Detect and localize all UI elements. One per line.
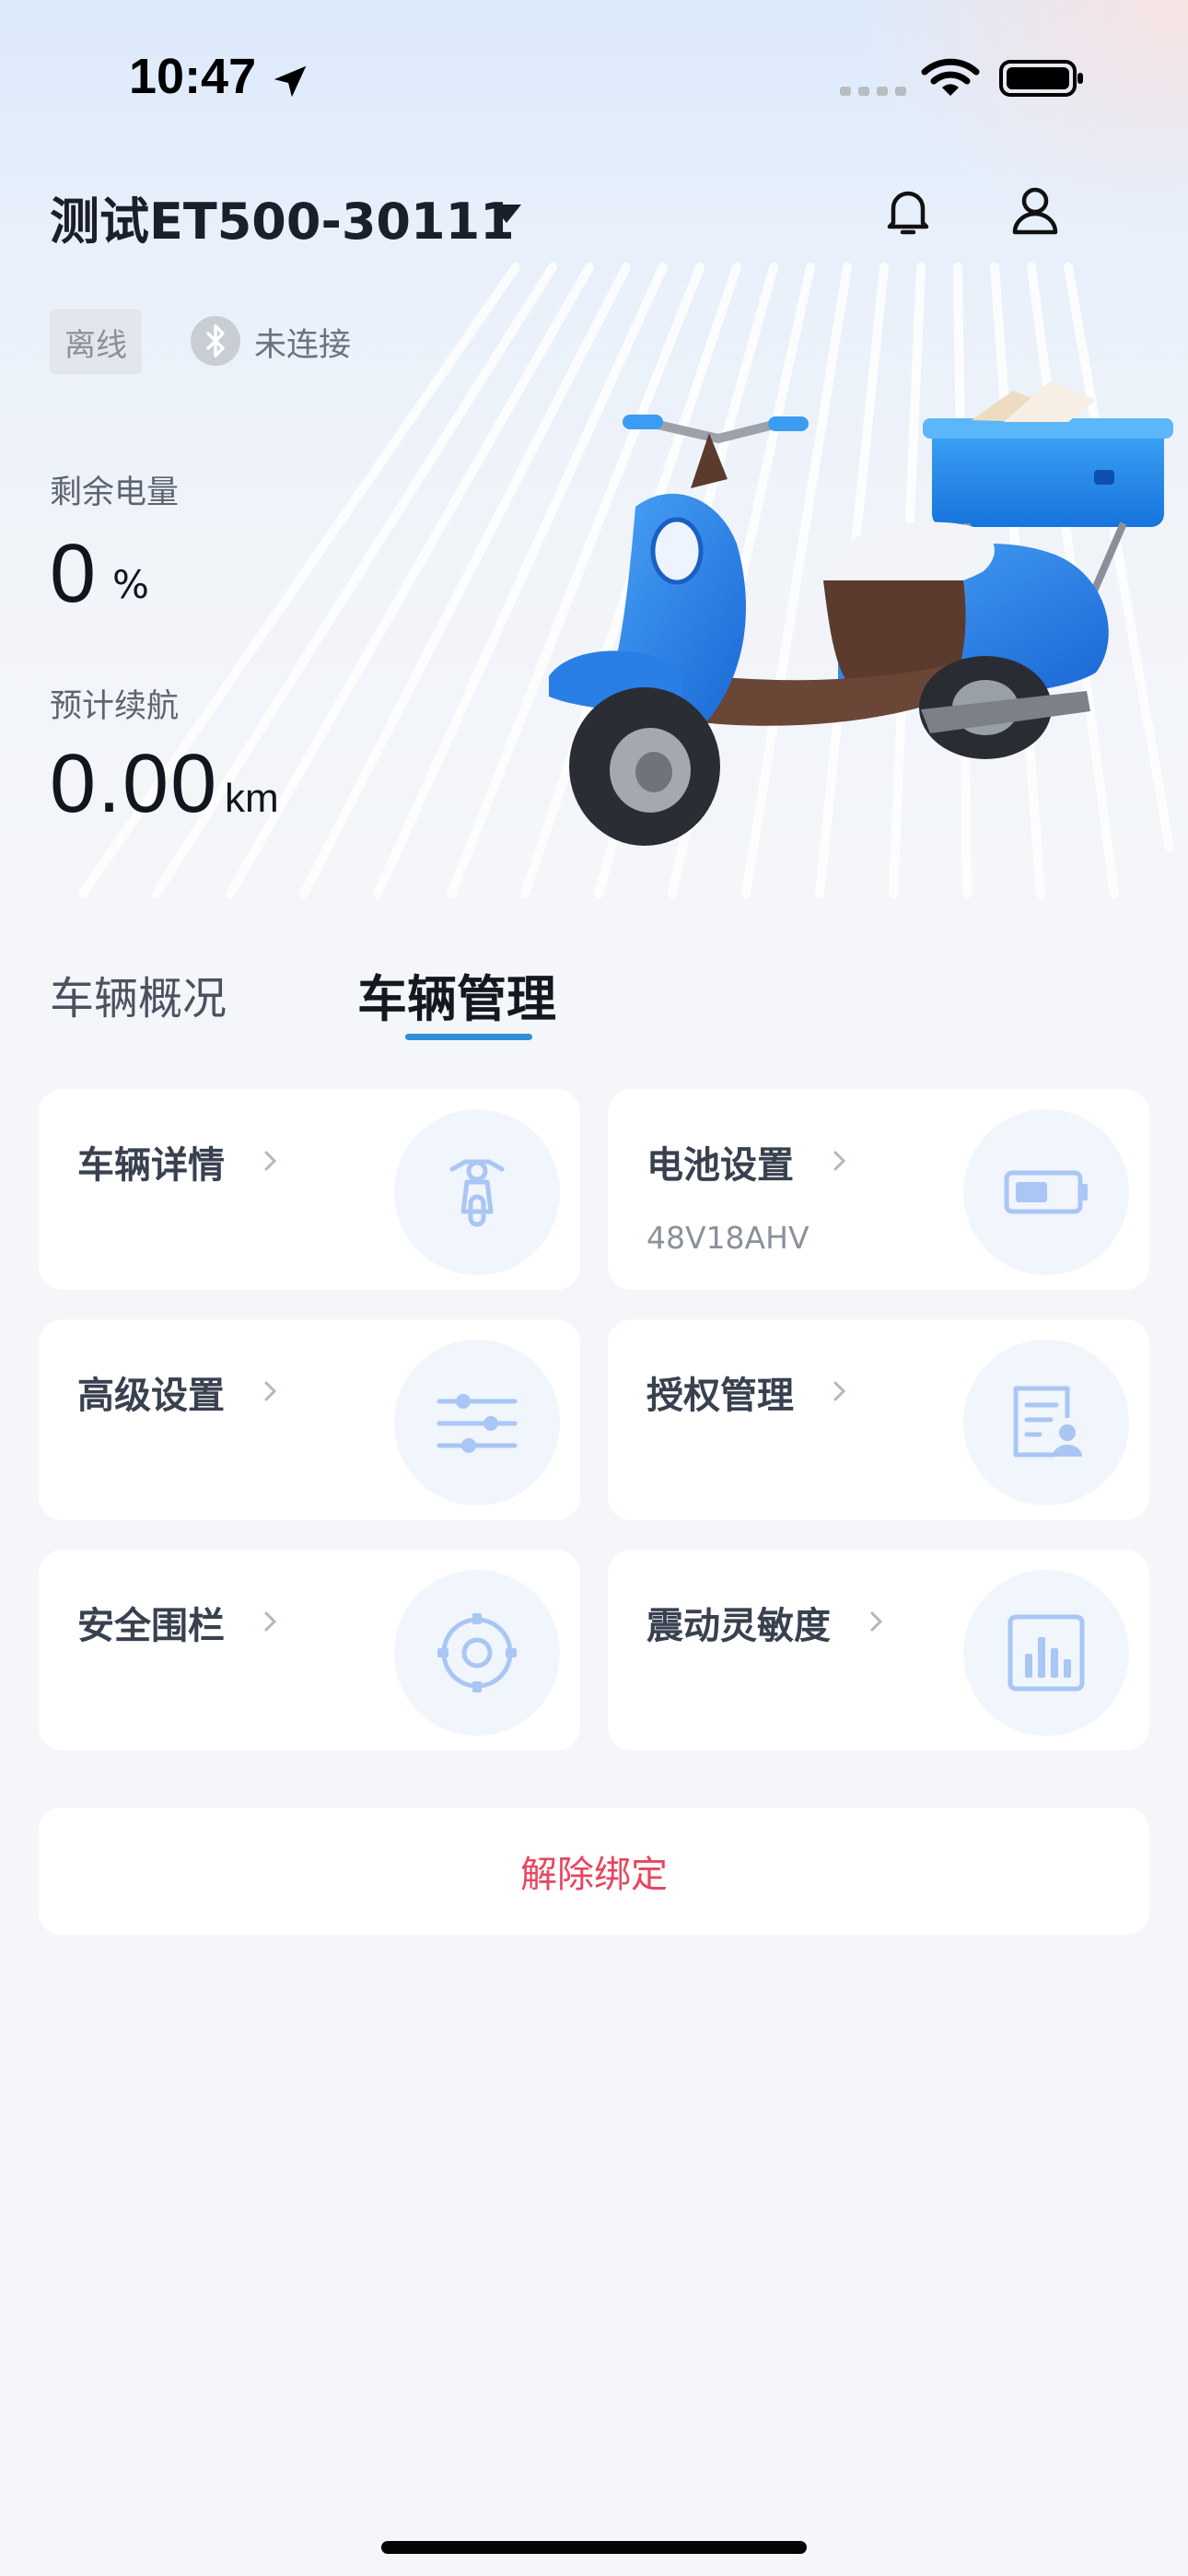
active-tab-indicator xyxy=(405,1034,532,1040)
card-icon-circle xyxy=(963,1109,1129,1275)
card-icon-circle xyxy=(394,1109,560,1275)
battery-status-icon xyxy=(999,60,1083,97)
device-name-title[interactable]: 测试ET500-30111 xyxy=(50,181,515,253)
location-arrow-icon xyxy=(274,65,307,98)
bell-icon[interactable] xyxy=(880,182,936,241)
battery-icon xyxy=(1004,1170,1088,1214)
caret-down-icon[interactable] xyxy=(488,201,525,225)
sliders-icon xyxy=(437,1394,518,1453)
chevron-right-icon xyxy=(870,1611,883,1632)
scooter-illustration xyxy=(549,381,1173,846)
bluetooth-icon xyxy=(191,316,240,366)
chevron-right-icon xyxy=(264,1151,277,1171)
card-advanced-settings[interactable]: 高级设置 xyxy=(39,1319,580,1520)
card-title: 车辆详情 xyxy=(77,1144,225,1187)
remaining-power-value: 0 xyxy=(50,528,97,620)
remaining-power-unit: % xyxy=(112,562,149,607)
remaining-power-label: 剩余电量 xyxy=(50,474,180,511)
card-authorization-management[interactable]: 授权管理 xyxy=(608,1319,1149,1520)
estimated-range-label: 预计续航 xyxy=(50,688,180,725)
chevron-right-icon xyxy=(833,1381,846,1401)
home-indicator[interactable] xyxy=(381,2541,807,2554)
card-icon-circle xyxy=(963,1570,1129,1736)
card-icon-circle xyxy=(394,1340,560,1505)
estimated-range-value: 0.00 xyxy=(50,738,219,830)
battery-spec-text: 48V18AHV xyxy=(646,1220,809,1256)
status-time: 10:47 xyxy=(129,49,257,104)
scooter-icon xyxy=(449,1159,505,1227)
offline-status-badge: 离线 xyxy=(50,310,142,374)
bluetooth-status-text: 未连接 xyxy=(254,327,352,364)
card-icon-circle xyxy=(394,1570,560,1736)
wifi-icon xyxy=(921,58,980,96)
cellular-signal-icon xyxy=(840,87,906,96)
geofence-target-icon xyxy=(437,1613,517,1692)
card-battery-settings[interactable]: 电池设置 48V18AHV xyxy=(608,1089,1149,1290)
card-title: 电池设置 xyxy=(646,1144,794,1187)
card-title: 震动灵敏度 xyxy=(646,1605,831,1647)
tab-vehicle-management[interactable]: 车辆管理 xyxy=(357,958,556,1031)
card-title: 安全围栏 xyxy=(77,1605,225,1647)
chevron-right-icon xyxy=(833,1151,846,1171)
user-profile-icon[interactable] xyxy=(1007,182,1063,241)
authorization-doc-icon xyxy=(1013,1386,1082,1458)
card-vehicle-details[interactable]: 车辆详情 xyxy=(39,1089,580,1290)
chevron-right-icon xyxy=(264,1611,277,1632)
chevron-right-icon xyxy=(264,1381,277,1401)
card-vibration-sensitivity[interactable]: 震动灵敏度 xyxy=(608,1550,1149,1751)
unbind-button[interactable]: 解除绑定 xyxy=(39,1808,1149,1935)
card-title: 高级设置 xyxy=(77,1375,225,1417)
tab-vehicle-overview[interactable]: 车辆概况 xyxy=(50,962,227,1026)
card-title: 授权管理 xyxy=(646,1375,794,1417)
card-icon-circle xyxy=(963,1340,1129,1505)
bar-chart-icon xyxy=(1007,1614,1085,1692)
card-security-geofence[interactable]: 安全围栏 xyxy=(39,1550,580,1751)
estimated-range-unit: km xyxy=(225,776,279,821)
